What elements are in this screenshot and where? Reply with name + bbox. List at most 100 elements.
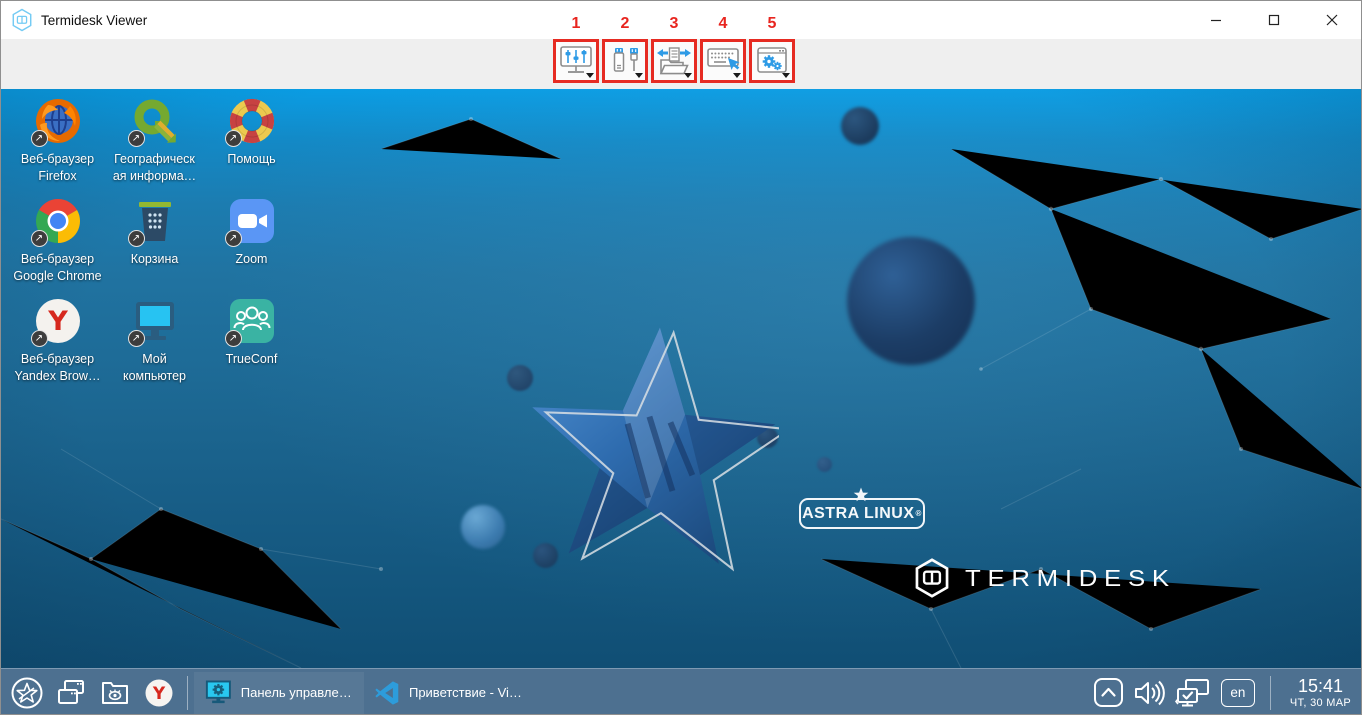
desktop-icon-grid: ↗ Веб-браузер Firefox: [9, 97, 300, 397]
folder-eye-icon: [99, 678, 131, 708]
annotation-number-4: 4: [700, 15, 746, 37]
task-vscode[interactable]: Приветствие - Vis…: [364, 672, 534, 714]
taskbar-separator: [187, 676, 188, 710]
decor-sphere: [841, 107, 879, 145]
icon-label: Географическ: [114, 152, 195, 166]
termidesk-hexagon-icon: [913, 557, 951, 599]
icon-label: Веб-браузер: [21, 152, 94, 166]
icon-label: TrueConf: [226, 352, 278, 366]
dropdown-arrow-icon: [733, 73, 741, 78]
icon-label: компьютер: [123, 369, 186, 383]
termidesk-viewer-window: Termidesk Viewer 1 2 3 4: [0, 0, 1362, 715]
shortcut-arrow-badge: ↗: [31, 230, 48, 247]
termidesk-wordmark: TERMIDESK: [965, 565, 1176, 592]
window-controls: [1187, 1, 1361, 39]
icon-label: Корзина: [131, 252, 179, 266]
close-icon: [1326, 14, 1338, 26]
file-manager-button[interactable]: [93, 671, 137, 715]
chevron-up-icon: [1093, 677, 1124, 708]
display-settings-button[interactable]: [553, 39, 599, 83]
desktop-icon-firefox[interactable]: ↗ Веб-браузер Firefox: [9, 97, 106, 197]
icon-label: Zoom: [236, 252, 268, 266]
close-button[interactable]: [1303, 1, 1361, 39]
icon-label: Yandex Brow…: [15, 369, 101, 383]
keyboard-input-button[interactable]: [700, 39, 746, 83]
shortcut-arrow-badge: ↗: [225, 130, 242, 147]
shortcut-arrow-badge: ↗: [31, 130, 48, 147]
shortcut-arrow-badge: ↗: [225, 230, 242, 247]
clock-date: ЧТ, 30 МАР: [1290, 697, 1351, 710]
annotation-numbers: 1 2 3 4 5: [553, 15, 795, 37]
shortcut-arrow-badge: ↗: [128, 230, 145, 247]
yandex-quicklaunch-button[interactable]: Y: [137, 671, 181, 715]
icon-label: Мой: [142, 352, 167, 366]
dropdown-arrow-icon: [635, 73, 643, 78]
svg-text:Y: Y: [152, 684, 166, 704]
dropdown-arrow-icon: [586, 73, 594, 78]
annotation-number-2: 2: [602, 15, 648, 37]
task-label: Приветствие - Vis…: [409, 685, 524, 700]
vscode-icon: [374, 679, 401, 707]
shortcut-arrow-badge: ↗: [225, 330, 242, 347]
clock-time: 15:41: [1290, 676, 1351, 697]
speaker-icon: [1133, 678, 1166, 708]
decor-sphere: [461, 505, 505, 549]
desktop-icon-help[interactable]: ↗ Помощь: [203, 97, 300, 197]
desktop-icon-trueconf[interactable]: ↗ TrueConf: [203, 297, 300, 397]
astra-launcher-icon: [10, 676, 44, 710]
file-transfer-button[interactable]: [651, 39, 697, 83]
clock[interactable]: 15:41 ЧТ, 30 МАР: [1290, 676, 1351, 709]
maximize-icon: [1268, 14, 1280, 26]
termidesk-logo-icon: [11, 8, 33, 32]
task-control-panel[interactable]: Панель управлен…: [194, 672, 364, 714]
minimize-icon: [1210, 14, 1222, 26]
desktop-icon-yandex[interactable]: Y ↗ Веб-браузер Yandex Brow…: [9, 297, 106, 397]
icon-label: Google Chrome: [13, 269, 101, 283]
decor-sphere-large: [847, 237, 975, 365]
session-settings-button[interactable]: [749, 39, 795, 83]
decor-sphere: [817, 457, 832, 472]
dropdown-arrow-icon: [782, 73, 790, 78]
icon-label: Помощь: [227, 152, 275, 166]
dropdown-arrow-icon: [684, 73, 692, 78]
icon-label: ая информа…: [113, 169, 196, 183]
shortcut-arrow-badge: ↗: [128, 330, 145, 347]
termidesk-watermark: TERMIDESK: [913, 557, 1153, 599]
connected-displays-icon: [1175, 677, 1212, 709]
icon-label: Веб-браузер: [21, 252, 94, 266]
volume-button[interactable]: [1133, 678, 1166, 708]
desktop-icon-my-computer[interactable]: ↗ Мой компьютер: [106, 297, 203, 397]
usb-devices-button[interactable]: [602, 39, 648, 83]
icon-label: Веб-браузер: [21, 352, 94, 366]
taskbar: Y Панель управлен…: [1, 668, 1361, 715]
desktop-icon-zoom[interactable]: ↗ Zoom: [203, 197, 300, 297]
shortcut-arrow-badge: ↗: [128, 130, 145, 147]
control-panel-icon: [204, 678, 233, 708]
windows-icon: [55, 678, 87, 708]
desktop-icon-trash[interactable]: ↗ Корзина: [106, 197, 203, 297]
network-displays-button[interactable]: [1175, 677, 1212, 709]
launcher-button[interactable]: [5, 671, 49, 715]
svg-text:Y: Y: [47, 306, 68, 337]
remote-desktop-area[interactable]: ASTRA LINUX® TERMIDESK: [1, 89, 1362, 668]
tray-expand-button[interactable]: [1093, 677, 1124, 708]
task-label: Панель управлен…: [241, 685, 354, 700]
desktop-icon-qgis[interactable]: ↗ Географическ ая информа…: [106, 97, 203, 197]
annotation-number-3: 3: [651, 15, 697, 37]
keyboard-layout-indicator[interactable]: en: [1221, 679, 1255, 707]
astra-linux-text: ASTRA LINUX: [802, 505, 914, 523]
astra-linux-logo: ASTRA LINUX®: [799, 498, 925, 529]
registered-mark: ®: [916, 509, 922, 518]
annotation-number-5: 5: [749, 15, 795, 37]
astra-star-graphic: [523, 285, 779, 617]
toolbar-annotations: 1 2 3 4 5: [553, 15, 795, 83]
shortcut-arrow-badge: ↗: [31, 330, 48, 347]
minimize-button[interactable]: [1187, 1, 1245, 39]
desktop-icon-chrome[interactable]: ↗ Веб-браузер Google Chrome: [9, 197, 106, 297]
icon-label: Firefox: [38, 169, 76, 183]
maximize-button[interactable]: [1245, 1, 1303, 39]
system-tray: en 15:41 ЧТ, 30 МАР: [1093, 676, 1351, 710]
window-switcher-button[interactable]: [49, 671, 93, 715]
tray-separator: [1270, 676, 1271, 710]
yandex-icon: Y: [144, 678, 174, 708]
